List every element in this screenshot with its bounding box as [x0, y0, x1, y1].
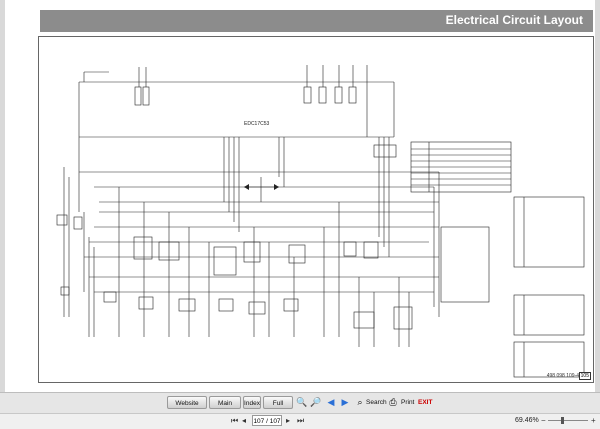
- next-icon[interactable]: ▶: [339, 396, 351, 409]
- zoom-out-small-icon[interactable]: −: [541, 415, 546, 427]
- full-screen-button[interactable]: Full Screen: [263, 396, 293, 420]
- print-button[interactable]: Print: [401, 396, 414, 409]
- circuit-frame: EDC17C53 498 098 109-4 105: [38, 36, 594, 383]
- main-menu-button[interactable]: Main Menu: [209, 396, 241, 420]
- prev-page-icon[interactable]: ◂: [242, 415, 246, 427]
- last-page-icon[interactable]: ⏭: [297, 415, 304, 427]
- previous-icon[interactable]: ◀: [325, 396, 337, 409]
- zoom-in-small-icon[interactable]: +: [591, 415, 596, 427]
- zoom-in-icon[interactable]: 🔍: [296, 396, 308, 409]
- zoom-slider-knob[interactable]: [560, 417, 564, 424]
- next-page-icon[interactable]: ▸: [286, 415, 290, 427]
- part-number: 498 098 109-4: [546, 373, 579, 379]
- binoculars-icon[interactable]: ⌕: [354, 396, 366, 409]
- printer-icon[interactable]: ⎙: [387, 396, 399, 409]
- circuit-diagram: EDC17C53: [56, 65, 585, 378]
- page-number-field[interactable]: 107 / 107: [252, 415, 282, 426]
- website-button[interactable]: Website: [167, 396, 207, 409]
- status-bar: ⏮ ◂ 107 / 107 ▸ ⏭ 69.46% − +: [0, 413, 600, 429]
- ecu-label: EDC17C53: [244, 121, 270, 127]
- header-bar: Electrical Circuit Layout: [40, 10, 593, 32]
- page-badge: 105: [578, 372, 591, 380]
- page-title: Electrical Circuit Layout: [445, 13, 583, 27]
- search-button[interactable]: Search: [366, 396, 387, 409]
- zoom-slider[interactable]: [548, 417, 588, 424]
- exit-button[interactable]: EXIT: [418, 396, 432, 409]
- zoom-level: 69.46%: [515, 417, 539, 424]
- first-page-icon[interactable]: ⏮: [231, 415, 238, 427]
- document-page: Electrical Circuit Layout EDC17C53 498 0…: [5, 0, 595, 392]
- index-button[interactable]: Index: [243, 396, 261, 409]
- zoom-out-icon[interactable]: 🔎: [310, 396, 322, 409]
